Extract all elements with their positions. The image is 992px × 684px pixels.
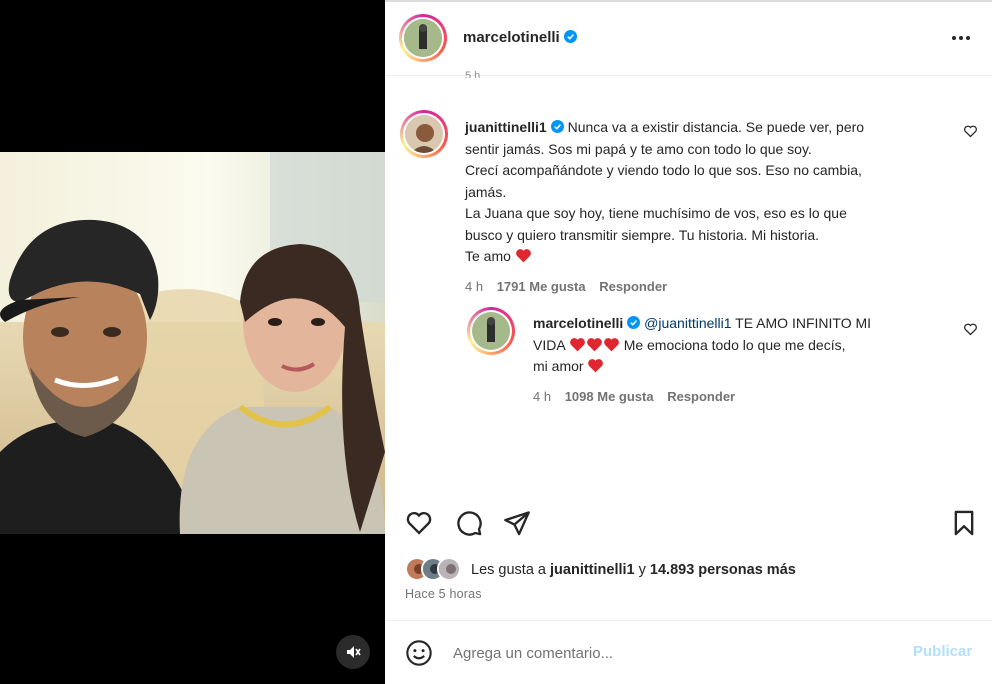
more-options-button[interactable] (947, 28, 975, 48)
reply-username[interactable]: marcelotinelli (533, 315, 623, 331)
comment-text-line: sentir jamás. Sos mi papá y te amo con t… (465, 140, 812, 157)
likes-count-link[interactable]: 14.893 personas más (650, 562, 796, 578)
comment-time[interactable]: 4 h (465, 279, 483, 294)
post-timestamp[interactable]: Hace 5 horas (405, 587, 482, 601)
comment-text-line: VIDA (533, 336, 565, 353)
speaker-muted-icon (347, 646, 361, 658)
publish-button[interactable]: Publicar (913, 643, 972, 660)
post-header: marcelotinelli (385, 0, 992, 76)
mention-link[interactable]: @juanittinelli1 (644, 315, 731, 331)
verified-badge-icon (563, 30, 577, 43)
liker-username-link[interactable]: juanittinelli1 (550, 562, 635, 578)
save-bookmark-icon[interactable] (950, 509, 978, 537)
post-photo[interactable] (0, 152, 385, 534)
commenter-story-ring[interactable] (400, 110, 448, 158)
comment-likes-count[interactable]: 1791 Me gusta (497, 279, 586, 294)
reply-meta: 4 h 1098 Me gusta Responder (533, 389, 745, 404)
comment-input[interactable] (453, 641, 873, 665)
photo-illustration (0, 152, 385, 534)
comment-text-line: Me emociona todo lo que me decís, (623, 336, 846, 353)
red-heart-emoji-icon (586, 337, 602, 351)
comment-composer: Publicar (385, 620, 992, 684)
post-media (0, 0, 385, 684)
reply-button[interactable]: Responder (667, 389, 735, 404)
liker-avatar (437, 557, 461, 581)
avatar (404, 19, 442, 57)
comment-reply: marcelotinelli @juanittinelli1 TE AMO IN… (533, 313, 953, 378)
verified-badge-icon (627, 316, 641, 329)
red-heart-emoji-icon (588, 359, 604, 373)
author-username[interactable]: marcelotinelli (463, 29, 560, 46)
comment-text-line: mi amor (533, 358, 584, 374)
reply-author-story-ring[interactable] (467, 307, 515, 355)
comment-text-line: La Juana que soy hoy, tiene muchísimo de… (465, 205, 847, 221)
comment-text-line: Nunca va a existir distancia. Se puede v… (567, 119, 865, 135)
comment-text-line: busco y quiero transmitir siempre. Tu hi… (465, 226, 820, 243)
likes-text: Les gusta a juanittinelli1 y 14.893 pers… (471, 562, 796, 578)
like-comment-heart-icon[interactable] (963, 124, 978, 139)
like-reply-heart-icon[interactable] (963, 322, 978, 337)
comment-text-line: TE AMO INFINITO MI (735, 315, 872, 331)
red-heart-emoji-icon (515, 249, 531, 263)
red-heart-emoji-icon (603, 337, 619, 351)
comment-username[interactable]: juanittinelli1 (465, 119, 547, 135)
commenter-avatar (405, 115, 443, 153)
comment-1: juanittinelli1 Nunca va a existir distan… (465, 117, 965, 268)
like-heart-icon[interactable] (405, 509, 433, 537)
comment-bubble-icon[interactable] (455, 509, 483, 537)
action-bar (385, 505, 992, 541)
comment-text-line: Te amo (465, 248, 511, 264)
likes-summary: Les gusta a juanittinelli1 y 14.893 pers… (405, 556, 965, 584)
mute-button[interactable] (336, 635, 370, 669)
red-heart-emoji-icon (569, 337, 585, 351)
post-panel: marcelotinelli 5 h juanittinelli1 Nunca … (385, 0, 992, 684)
reply-button[interactable]: Responder (599, 279, 667, 294)
comment-time[interactable]: 4 h (533, 389, 551, 404)
comment-1-meta: 4 h 1791 Me gusta Responder (465, 279, 677, 294)
verified-badge-icon (550, 120, 564, 133)
more-horizontal-icon (952, 36, 956, 40)
share-send-icon[interactable] (503, 509, 531, 537)
story-ring[interactable] (399, 14, 447, 62)
emoji-smiley-icon[interactable] (405, 639, 433, 667)
comment-text-line: Crecí acompañándote y viendo todo lo que… (465, 162, 862, 178)
header-username[interactable]: marcelotinelli (463, 29, 577, 46)
comment-likes-count[interactable]: 1098 Me gusta (565, 389, 654, 404)
caption-time-stub: 5 h (465, 70, 481, 78)
comment-text-line: jamás. (465, 183, 507, 200)
reply-author-avatar (472, 312, 510, 350)
